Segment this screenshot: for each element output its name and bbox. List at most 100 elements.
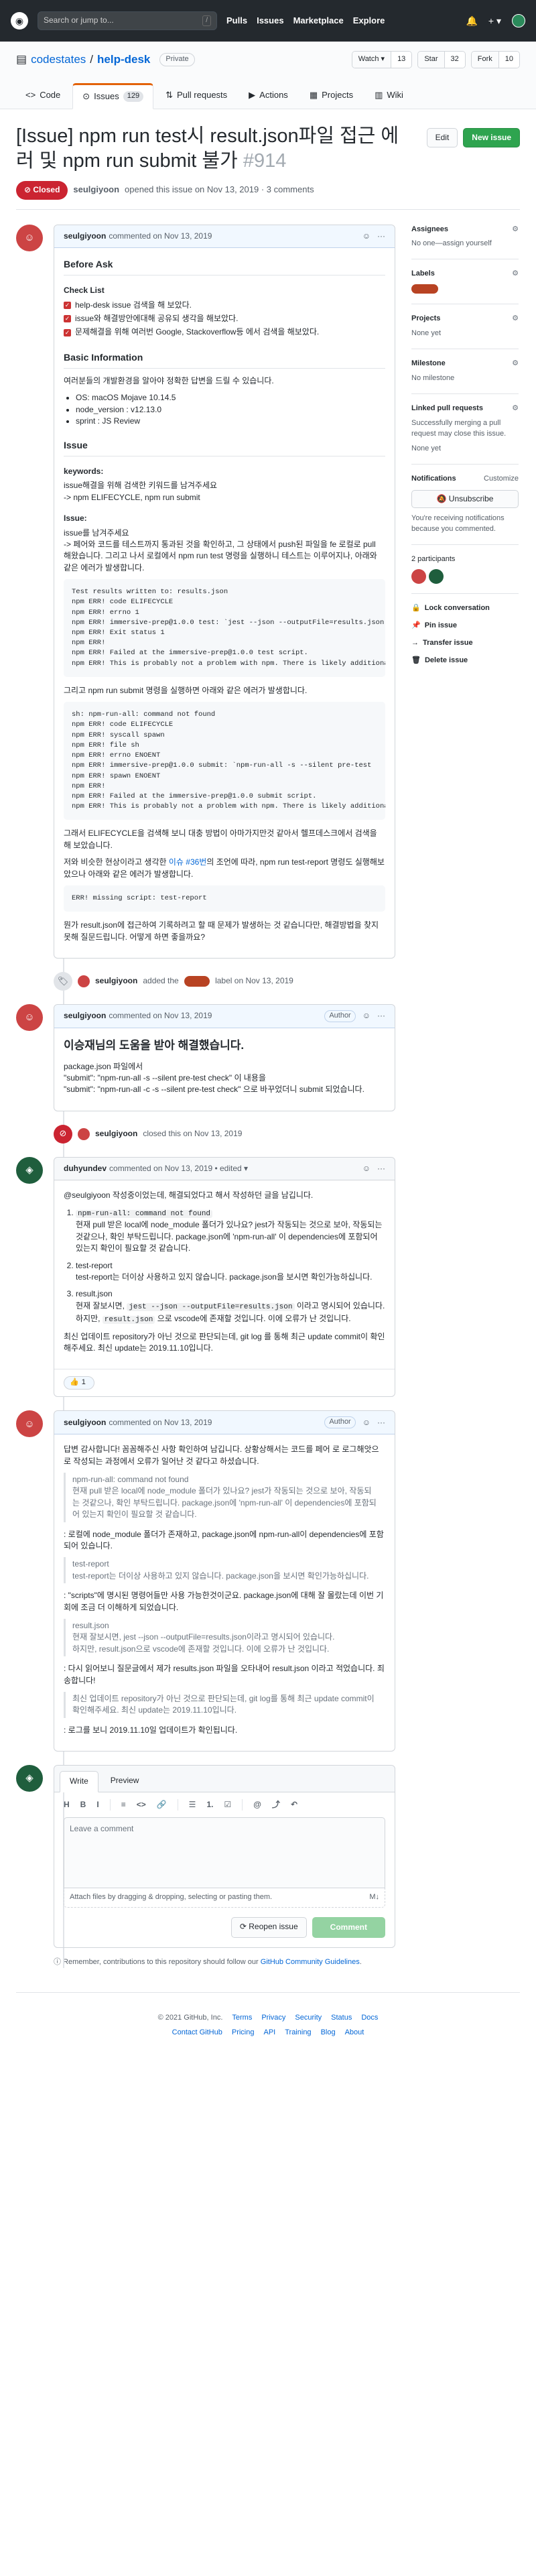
- footer-link-blog[interactable]: Blog: [321, 2028, 336, 2038]
- guidelines-link[interactable]: GitHub Community Guidelines: [261, 1958, 360, 1966]
- comment-author[interactable]: duhyundev: [64, 1163, 107, 1174]
- code-icon[interactable]: <>: [137, 1799, 146, 1811]
- github-logo-icon[interactable]: ◉: [11, 12, 28, 29]
- avatar[interactable]: ☺: [16, 1410, 43, 1438]
- repo-owner-link[interactable]: codestates: [31, 52, 86, 68]
- task-list-icon[interactable]: ☑: [224, 1799, 231, 1811]
- nav-marketplace[interactable]: Marketplace: [293, 15, 344, 27]
- watch-button[interactable]: Watch ▾ 13: [351, 51, 413, 68]
- tab-code[interactable]: <> Code: [16, 83, 70, 109]
- comment-author[interactable]: seulgiyoon: [64, 231, 106, 242]
- tab-write[interactable]: Write: [60, 1771, 98, 1792]
- tab-actions[interactable]: ▶ Actions: [239, 83, 297, 109]
- avatar[interactable]: [429, 568, 444, 584]
- comment-author[interactable]: seulgiyoon: [64, 1010, 106, 1022]
- footer-link-api[interactable]: API: [263, 2028, 275, 2038]
- nav-explore[interactable]: Explore: [353, 15, 385, 27]
- bug-label[interactable]: bug: [411, 284, 438, 294]
- avatar[interactable]: [78, 1127, 90, 1140]
- star-button[interactable]: Star 32: [417, 51, 466, 68]
- nav-pulls[interactable]: Pulls: [226, 15, 247, 27]
- comment-time[interactable]: commented on Nov 13, 2019 • edited ▾: [109, 1163, 248, 1174]
- assignees-value[interactable]: No one—assign yourself: [411, 239, 492, 247]
- footer-link-terms[interactable]: Terms: [232, 2013, 252, 2024]
- transfer-issue-button[interactable]: → Transfer issue: [411, 638, 519, 649]
- footer-link-pricing[interactable]: Pricing: [232, 2028, 255, 2038]
- checklist-item[interactable]: ✓ issue와 해결방안에대해 공유되 생각을 해보았다.: [64, 313, 385, 324]
- reopen-issue-button[interactable]: ⟳ Reopen issue: [230, 1916, 307, 1939]
- comment-button[interactable]: Comment: [312, 1916, 385, 1939]
- tab-pull-requests[interactable]: ⇅ Pull requests: [156, 83, 237, 109]
- repo-name-link[interactable]: help-desk: [97, 52, 150, 68]
- quote-icon[interactable]: ≡: [121, 1799, 126, 1811]
- markdown-icon[interactable]: M↓: [369, 1892, 379, 1903]
- lock-conversation-button[interactable]: 🔒 Lock conversation: [411, 603, 519, 614]
- search-input[interactable]: Search or jump to... /: [38, 11, 217, 30]
- smiley-icon[interactable]: ☺: [362, 1163, 371, 1174]
- footer-link-training[interactable]: Training: [285, 2028, 311, 2038]
- gear-icon[interactable]: ⚙: [512, 225, 519, 235]
- reply-icon[interactable]: ↶: [291, 1799, 297, 1811]
- thumbs-up-reaction[interactable]: 👍 1: [64, 1376, 94, 1390]
- fork-button[interactable]: Fork 10: [470, 51, 520, 68]
- kebab-icon[interactable]: ···: [377, 1010, 385, 1022]
- unordered-list-icon[interactable]: ☰: [189, 1799, 196, 1811]
- footer-link-contact[interactable]: Contact GitHub: [172, 2028, 222, 2038]
- issue-author-link[interactable]: seulgiyoon: [73, 184, 119, 196]
- user-avatar[interactable]: [512, 13, 525, 27]
- issue-36-link[interactable]: 이슈 #36번: [169, 857, 206, 867]
- bug-label[interactable]: bug: [184, 976, 210, 987]
- comment-time[interactable]: commented on Nov 13, 2019: [109, 231, 212, 242]
- kebab-icon[interactable]: ···: [377, 1417, 385, 1428]
- gear-icon[interactable]: ⚙: [512, 314, 519, 324]
- cross-reference-icon[interactable]: ⤴: [272, 1799, 280, 1811]
- checklist-item[interactable]: ✓ help-desk issue 검색을 해 보았다.: [64, 300, 385, 311]
- italic-icon[interactable]: I: [96, 1799, 98, 1811]
- footer-link-privacy[interactable]: Privacy: [261, 2013, 285, 2024]
- gear-icon[interactable]: ⚙: [512, 404, 519, 414]
- heading-icon[interactable]: H: [64, 1799, 70, 1811]
- checkbox-checked-icon[interactable]: ✓: [64, 329, 71, 336]
- tab-projects[interactable]: ▦ Projects: [300, 83, 362, 109]
- watch-count[interactable]: 13: [391, 52, 412, 68]
- new-issue-button[interactable]: New issue: [463, 127, 520, 148]
- nav-issues[interactable]: Issues: [257, 15, 283, 27]
- link-icon[interactable]: 🔗: [157, 1799, 167, 1811]
- smiley-icon[interactable]: ☺: [362, 1417, 371, 1428]
- smiley-icon[interactable]: ☺: [362, 1010, 371, 1022]
- avatar[interactable]: ◈: [16, 1765, 43, 1792]
- tab-preview[interactable]: Preview: [101, 1771, 149, 1791]
- event-actor[interactable]: seulgiyoon: [95, 975, 137, 987]
- kebab-icon[interactable]: ···: [377, 231, 385, 242]
- comment-textarea[interactable]: Leave a comment: [64, 1817, 385, 1888]
- kebab-icon[interactable]: ···: [377, 1163, 385, 1174]
- tab-issues[interactable]: ⊙ Issues 129: [72, 82, 154, 109]
- avatar[interactable]: ☺: [16, 1003, 43, 1031]
- unsubscribe-button[interactable]: 🔕 Unsubscribe: [411, 489, 519, 509]
- edit-button[interactable]: Edit: [426, 127, 458, 148]
- gear-icon[interactable]: ⚙: [512, 269, 519, 280]
- bell-icon[interactable]: 🔔: [466, 14, 477, 27]
- avatar[interactable]: ☺: [16, 224, 43, 251]
- customize-link[interactable]: Customize: [484, 474, 519, 485]
- mention-icon[interactable]: @: [253, 1799, 261, 1811]
- bold-icon[interactable]: B: [80, 1799, 86, 1811]
- avatar[interactable]: [411, 568, 426, 584]
- fork-count[interactable]: 10: [498, 52, 519, 68]
- checklist-item[interactable]: ✓ 문제해결을 위해 여러번 Google, Stackoverflow등 에서 …: [64, 326, 385, 338]
- attach-files-area[interactable]: Attach files by dragging & dropping, sel…: [64, 1888, 385, 1908]
- footer-link-docs[interactable]: Docs: [361, 2013, 378, 2024]
- footer-link-about[interactable]: About: [345, 2028, 364, 2038]
- footer-link-security[interactable]: Security: [295, 2013, 322, 2024]
- footer-link-status[interactable]: Status: [331, 2013, 352, 2024]
- comment-author[interactable]: seulgiyoon: [64, 1417, 106, 1428]
- checkbox-checked-icon[interactable]: ✓: [64, 302, 71, 309]
- event-actor[interactable]: seulgiyoon: [95, 1128, 137, 1140]
- avatar[interactable]: [78, 975, 90, 987]
- checkbox-checked-icon[interactable]: ✓: [64, 315, 71, 323]
- tab-wiki[interactable]: ▥ Wiki: [365, 83, 413, 109]
- gear-icon[interactable]: ⚙: [512, 359, 519, 369]
- pin-issue-button[interactable]: 📌 Pin issue: [411, 621, 519, 631]
- ordered-list-icon[interactable]: 1.: [206, 1799, 213, 1811]
- comment-time[interactable]: commented on Nov 13, 2019: [109, 1417, 212, 1428]
